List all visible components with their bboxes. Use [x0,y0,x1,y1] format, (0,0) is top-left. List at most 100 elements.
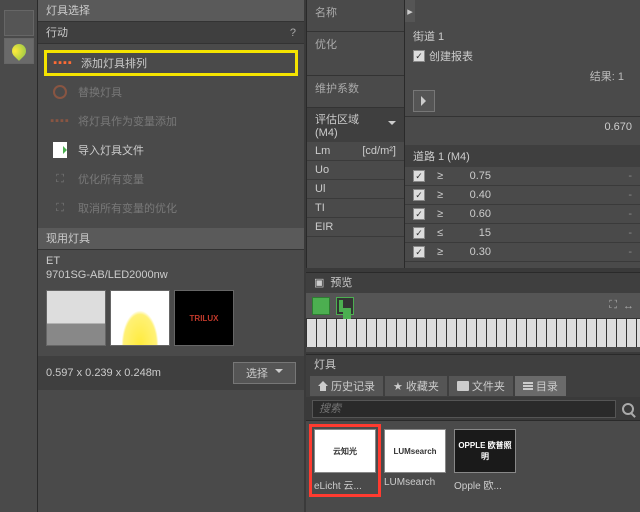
maintenance-section: 维护系数 [307,76,404,108]
action-import[interactable]: 导入灯具文件 [44,137,298,163]
fixture-label: 灯具 [314,355,336,375]
catalog-item-elicht[interactable]: 云知光 eLicht 云... [314,429,376,492]
criteria-row: ✓≤15- [405,224,640,243]
checkbox-icon[interactable]: ✓ [413,227,425,239]
home-icon [318,381,328,391]
catalog-thumb: OPPLE 欧普照明 [454,429,516,473]
grid-icon: ▪▪▪▪ [53,55,73,71]
view-plan-button[interactable] [336,297,354,315]
right-body: 街道 1 ✓ 创建报表 结果: 1 [405,22,640,116]
metric-row: Lm[cd/m²] [307,142,404,161]
product-info: ET 9701SG-AB/LED2000nw [38,250,304,286]
preview-toolbar: ⛶ ↔ [306,293,640,319]
expand-icon[interactable]: ▣ [314,273,324,293]
folder-icon [457,381,469,391]
view-3d-button[interactable] [312,297,330,315]
criteria-row: ✓≥0.75- [405,167,640,186]
product-thumb-photo[interactable] [46,290,106,346]
catalog-thumb: LUMsearch [384,429,446,473]
product-thumb-brand[interactable]: TRILUX [174,290,234,346]
search-input[interactable] [312,400,616,418]
run-button[interactable] [413,90,435,112]
tab-favorites[interactable]: ★收藏夹 [385,376,447,396]
tool-column [0,0,38,512]
tool-button-1[interactable] [4,10,34,36]
actions-header: 行动 ? [38,22,304,44]
fixture-panel: 灯具 历史记录 ★收藏夹 文件夹 目录 云知光 eLicht 云... LUMs… [306,354,640,512]
product-line1: ET [46,254,296,268]
middle-panel: 名称 优化 维护系数 评估区域 (M4) Lm[cd/m²] Uo Ul TI … [306,0,404,268]
criteria-row: ✓≥0.30- [405,243,640,262]
play-icon [421,96,431,106]
metric-row: TI [307,199,404,218]
eval-header[interactable]: 评估区域 (M4) [307,108,404,142]
measure-icon[interactable]: ↔ [623,300,634,312]
action-add-variable: ▪▪▪▪ 将灯具作为变量添加 [44,108,298,134]
name-label: 名称 [315,7,337,19]
catalog-label: eLicht 云... [314,473,376,492]
checkbox-icon[interactable]: ✓ [413,189,425,201]
right-panel: ▸ 街道 1 ✓创建报表 结果: 1 0.670 道路 1 (M4) ✓≥0.7… [404,0,640,268]
road-header: 道路 1 (M4) [405,145,640,167]
product-thumb-distribution[interactable] [110,290,170,346]
catalog-item-opple[interactable]: OPPLE 欧普照明 Opple 欧... [454,429,516,492]
catalog-row: 云知光 eLicht 云... LUMsearch LUMsearch OPPL… [306,421,640,500]
collapse-handle[interactable]: ▸ [405,0,415,22]
search-icon[interactable] [622,403,634,415]
import-icon [50,142,70,158]
checkbox-icon[interactable]: ✓ [413,208,425,220]
action-label: 优化所有变量 [78,171,144,187]
product-line2: 9701SG-AB/LED2000nw [46,268,296,282]
help-icon[interactable]: ? [290,22,296,44]
result-label: 结果: 1 [413,66,632,86]
catalog-thumb: 云知光 [314,429,376,473]
action-label: 将灯具作为变量添加 [78,113,177,129]
optimize-icon: ⛶ [50,171,70,187]
create-report-row[interactable]: ✓ 创建报表 [413,46,632,66]
maintenance-label: 维护系数 [315,83,359,95]
used-header: 现用灯具 [38,228,304,250]
optimize-section: 优化 [307,32,404,76]
action-replace: 替换灯具 [44,79,298,105]
criteria-row: ✓≥0.60- [405,205,640,224]
grid-icon: ▪▪▪▪ [50,113,70,129]
criteria-row: ✓≥0.40- [405,186,640,205]
checkbox-icon[interactable]: ✓ [413,246,425,258]
action-cancel-optimize: ⛶ 取消所有变量的优化 [44,195,298,221]
create-report-label: 创建报表 [429,48,473,64]
optimize-label: 优化 [315,39,337,51]
actions-header-label: 行动 [46,27,68,39]
fit-icon[interactable]: ⛶ [609,299,617,312]
street-label: 街道 1 [413,26,632,46]
action-optimize-all: ⛶ 优化所有变量 [44,166,298,192]
action-label: 替换灯具 [78,84,122,100]
checkbox-icon[interactable]: ✓ [413,170,425,182]
catalog-item-lumsearch[interactable]: LUMsearch LUMsearch [384,429,446,492]
used-fixtures-panel: 现用灯具 ET 9701SG-AB/LED2000nw TRILUX 0.597… [38,228,304,390]
tool-button-lamp[interactable] [4,38,34,64]
select-button[interactable]: 选择 [233,362,296,384]
catalog-label: LUMsearch [384,473,446,488]
search-row [306,397,640,421]
thumbnail-row: TRILUX [38,286,304,350]
metric-row: EIR [307,218,404,237]
dimension-row: 0.597 x 0.239 x 0.248m 选择 [38,356,304,390]
preview-header: ▣预览 [306,273,640,293]
checkbox-icon[interactable]: ✓ [413,50,425,62]
panel-header: 灯具选择 [38,0,304,22]
tab-history[interactable]: 历史记录 [310,376,383,396]
action-label: 添加灯具排列 [81,55,147,71]
metric-row: Ul [307,180,404,199]
action-add-arrangement[interactable]: ▪▪▪▪ 添加灯具排列 [44,50,298,76]
lamp-icon [9,41,29,61]
list-icon [523,382,533,390]
catalog-label: Opple 欧... [454,473,516,492]
action-list: ▪▪▪▪ 添加灯具排列 替换灯具 ▪▪▪▪ 将灯具作为变量添加 导入灯具文件 ⛶… [38,44,304,230]
ruler[interactable] [306,319,640,347]
tab-catalog[interactable]: 目录 [515,376,566,396]
tab-folders[interactable]: 文件夹 [449,376,513,396]
action-label: 导入灯具文件 [78,142,144,158]
eval-label: 评估区域 (M4) [315,111,384,139]
chevron-down-icon [275,369,283,377]
swap-icon [50,84,70,100]
